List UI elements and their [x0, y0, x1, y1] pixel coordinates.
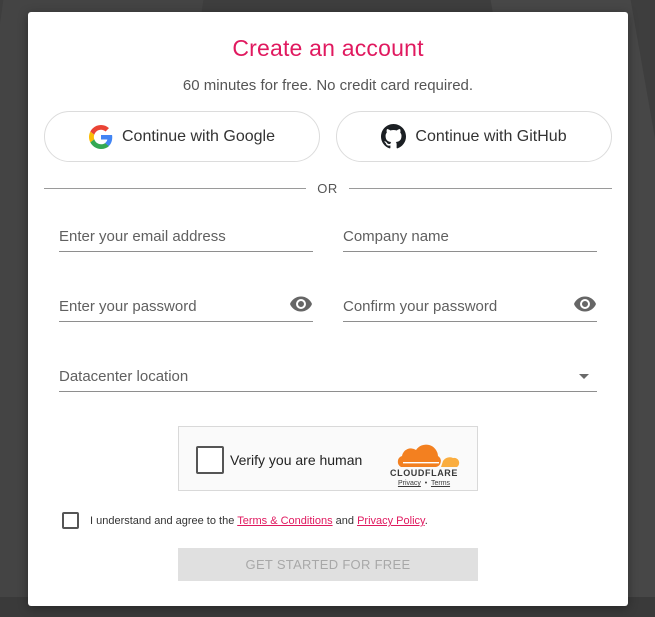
email-field [59, 220, 313, 252]
datacenter-label: Datacenter location [59, 368, 189, 385]
captcha-widget: Verify you are human CLOUDFLARE Privacy … [178, 426, 478, 491]
captcha-links: Privacy • Terms [384, 480, 464, 487]
or-separator: OR [317, 181, 338, 196]
get-started-button[interactable]: GET STARTED FOR FREE [178, 548, 478, 581]
datacenter-select[interactable]: Datacenter location [59, 360, 597, 392]
eye-icon[interactable] [289, 292, 313, 316]
captcha-terms-link[interactable]: Terms [431, 480, 450, 487]
google-logo-icon [89, 124, 113, 149]
terms-conditions-link[interactable]: Terms & Conditions [237, 515, 332, 527]
signup-card: Create an account 60 minutes for free. N… [28, 12, 628, 606]
page-subtitle: 60 minutes for free. No credit card requ… [182, 77, 474, 94]
password-field [59, 290, 313, 322]
continue-with-github-button[interactable]: Continue with GitHub [336, 111, 612, 162]
github-logo-icon [381, 124, 407, 149]
divider-line [44, 188, 306, 189]
company-field [343, 220, 597, 252]
page-title: Create an account [232, 35, 424, 61]
cloudflare-logo-icon [397, 444, 460, 467]
agreement-and: and [335, 515, 354, 527]
cloudflare-wordmark: CLOUDFLARE [390, 468, 458, 478]
email-input[interactable] [59, 228, 313, 245]
agreement-prefix: I understand and agree to the [90, 515, 235, 527]
terms-agreement-text: I understand and agree to the Terms & Co… [90, 515, 428, 527]
eye-icon[interactable] [573, 292, 597, 316]
captcha-label: Verify you are human [230, 452, 363, 468]
github-button-label: Continue with GitHub [415, 127, 567, 145]
google-button-label: Continue with Google [122, 127, 275, 145]
confirm-password-input[interactable] [343, 298, 563, 315]
captcha-checkbox[interactable] [196, 446, 224, 474]
confirm-password-field [343, 290, 597, 322]
privacy-policy-link[interactable]: Privacy Policy [357, 515, 425, 527]
continue-with-google-button[interactable]: Continue with Google [44, 111, 320, 162]
agreement-suffix: . [424, 515, 428, 527]
company-input[interactable] [343, 228, 597, 245]
caret-down-icon[interactable] [579, 374, 589, 379]
password-input[interactable] [59, 298, 279, 315]
captcha-privacy-link[interactable]: Privacy [398, 480, 421, 487]
terms-agreement-checkbox[interactable] [62, 512, 79, 529]
captcha-link-separator: • [424, 480, 428, 487]
divider-line [349, 188, 612, 189]
